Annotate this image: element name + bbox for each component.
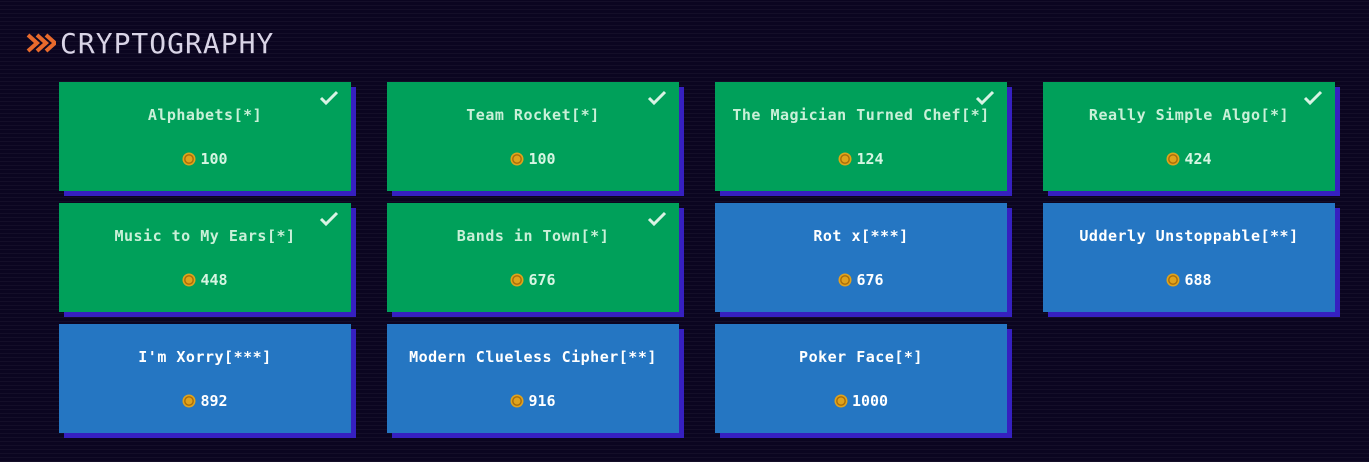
challenge-grid: Alphabets[*] 100 Team Rocket[*] 100 The …	[59, 82, 1339, 433]
coin-icon	[1166, 273, 1180, 287]
points-value: 676	[528, 271, 556, 289]
challenge-points: 676	[715, 271, 1007, 289]
checkmark-icon	[975, 90, 995, 106]
checkmark-icon	[319, 90, 339, 106]
coin-icon	[1166, 152, 1180, 166]
challenge-points: 916	[387, 392, 679, 410]
challenge-name: Udderly Unstoppable[**]	[1079, 227, 1299, 245]
section-header: CRYPTOGRAPHY	[26, 26, 274, 60]
challenge-card[interactable]: Really Simple Algo[*] 424	[1043, 82, 1335, 191]
coin-icon	[510, 152, 524, 166]
challenge-points: 676	[387, 271, 679, 289]
challenge-card[interactable]: Music to My Ears[*] 448	[59, 203, 351, 312]
coin-icon	[510, 394, 524, 408]
points-value: 892	[200, 392, 228, 410]
challenge-name: Music to My Ears[*]	[114, 227, 296, 245]
challenge-points: 448	[59, 271, 351, 289]
challenge-card[interactable]: I'm Xorry[***] 892	[59, 324, 351, 433]
challenge-name: Modern Clueless Cipher[**]	[409, 348, 657, 366]
points-value: 448	[200, 271, 228, 289]
challenge-points: 100	[387, 150, 679, 168]
challenge-card[interactable]: Udderly Unstoppable[**] 688	[1043, 203, 1335, 312]
challenge-card[interactable]: Bands in Town[*] 676	[387, 203, 679, 312]
challenge-card[interactable]: Rot x[***] 676	[715, 203, 1007, 312]
challenge-name: Poker Face[*]	[799, 348, 923, 366]
coin-icon	[838, 273, 852, 287]
checkmark-icon	[319, 211, 339, 227]
points-value: 424	[1184, 150, 1212, 168]
coin-icon	[182, 394, 196, 408]
challenge-card[interactable]: Alphabets[*] 100	[59, 82, 351, 191]
challenge-name: Rot x[***]	[813, 227, 909, 245]
challenge-card[interactable]: Modern Clueless Cipher[**] 916	[387, 324, 679, 433]
challenge-points: 124	[715, 150, 1007, 168]
challenge-name: Really Simple Algo[*]	[1088, 106, 1290, 124]
points-value: 916	[528, 392, 556, 410]
points-value: 100	[528, 150, 556, 168]
points-value: 676	[856, 271, 884, 289]
challenge-points: 892	[59, 392, 351, 410]
points-value: 124	[856, 150, 884, 168]
coin-icon	[838, 152, 852, 166]
section-title: CRYPTOGRAPHY	[60, 26, 275, 60]
challenge-card[interactable]: Team Rocket[*] 100	[387, 82, 679, 191]
coin-icon	[510, 273, 524, 287]
challenge-name: Team Rocket[*]	[466, 106, 600, 124]
coin-icon	[182, 152, 196, 166]
challenge-card[interactable]: The Magician Turned Chef[*] 124	[715, 82, 1007, 191]
coin-icon	[834, 394, 848, 408]
points-value: 100	[200, 150, 228, 168]
points-value: 688	[1184, 271, 1212, 289]
checkmark-icon	[647, 90, 667, 106]
points-value: 1000	[851, 392, 889, 410]
challenge-points: 1000	[715, 392, 1007, 410]
challenge-name: Alphabets[*]	[147, 106, 263, 124]
challenge-points: 424	[1043, 150, 1335, 168]
double-chevron-right-icon	[26, 33, 56, 53]
checkmark-icon	[1303, 90, 1323, 106]
checkmark-icon	[647, 211, 667, 227]
challenge-name: Bands in Town[*]	[456, 227, 610, 245]
coin-icon	[182, 273, 196, 287]
challenge-name: The Magician Turned Chef[*]	[732, 106, 990, 124]
challenge-card[interactable]: Poker Face[*] 1000	[715, 324, 1007, 433]
challenge-name: I'm Xorry[***]	[138, 348, 272, 366]
challenge-points: 688	[1043, 271, 1335, 289]
challenge-points: 100	[59, 150, 351, 168]
